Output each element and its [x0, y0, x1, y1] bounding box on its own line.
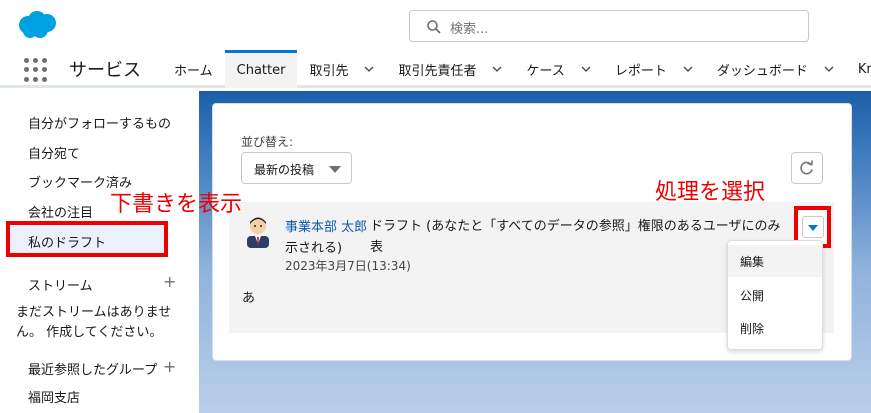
caret-down-icon: [329, 166, 341, 173]
chatter-sidebar: 自分がフォローするもの 自分宛て ブックマーク済み 会社の注目 私のドラフト ス…: [0, 91, 199, 413]
app-launcher-icon[interactable]: [24, 58, 48, 82]
global-header: 検索...: [0, 0, 871, 50]
tab-dashboards[interactable]: ダッシュボード: [705, 50, 846, 88]
tab-label: ダッシュボード: [716, 63, 808, 79]
avatar[interactable]: [244, 214, 272, 248]
chevron-down-icon[interactable]: [581, 64, 591, 74]
global-search-input[interactable]: 検索...: [409, 10, 809, 42]
nav-tabs: ホーム Chatter 取引先 取引先責任者 ケース レポート ダッシュボード …: [162, 50, 871, 88]
sidebar-item-to-me[interactable]: 自分宛て: [28, 143, 80, 162]
tab-contacts[interactable]: 取引先責任者: [386, 50, 514, 88]
tab-label: Chatter: [236, 63, 286, 78]
post-timestamp[interactable]: 2023年3月7日(13:34): [285, 257, 411, 274]
highlight-box-drafts: [6, 221, 168, 257]
menu-item-delete[interactable]: 削除: [728, 312, 822, 344]
post-actions-button[interactable]: [802, 216, 824, 238]
chevron-down-icon[interactable]: [683, 64, 693, 74]
post-author-link[interactable]: 事業本部 太郎: [285, 216, 367, 235]
annotation-drafts: 下書きを表示: [110, 192, 243, 217]
search-placeholder: 検索...: [450, 22, 489, 37]
tab-knowledge[interactable]: Kno: [846, 50, 871, 88]
tab-label: Kno: [857, 61, 871, 77]
sort-value: 最新の投稿: [254, 163, 315, 177]
streams-empty-text: ん。 作成してください。: [16, 325, 163, 340]
tab-reports[interactable]: レポート: [603, 50, 705, 88]
salesforce-logo-icon[interactable]: [16, 10, 60, 40]
chevron-down-icon[interactable]: [492, 64, 502, 74]
streams-empty-text: まだストリームはありませ: [16, 305, 172, 320]
app-nav-bar: サービス ホーム Chatter 取引先 取引先責任者 ケース レポート ダッシ…: [0, 50, 871, 88]
post-header-text-cont: 示される): [285, 241, 343, 256]
search-icon: [427, 20, 441, 34]
tab-accounts[interactable]: 取引先: [297, 50, 386, 88]
tab-label: レポート: [614, 63, 667, 79]
app-name: サービス: [69, 60, 141, 81]
annotation-action: 処理を選択: [655, 180, 766, 205]
streams-header: ストリーム: [28, 279, 93, 294]
sidebar-item-company-highlights[interactable]: 会社の注目: [28, 202, 93, 221]
sort-select[interactable]: 最新の投稿: [241, 152, 352, 184]
tab-cases[interactable]: ケース: [514, 50, 602, 88]
tab-label: ケース: [526, 63, 565, 79]
chevron-down-icon[interactable]: [824, 64, 834, 74]
group-item[interactable]: 福岡支店: [28, 387, 80, 406]
post-body: あ: [242, 291, 256, 306]
tab-label: 取引先責任者: [398, 63, 477, 79]
sidebar-item-following[interactable]: 自分がフォローするもの: [28, 113, 171, 132]
tab-label: 取引先: [309, 63, 349, 79]
post-actions-menu: 編集 公開 削除: [727, 240, 823, 350]
tab-chatter[interactable]: Chatter: [224, 50, 298, 88]
refresh-icon: [800, 160, 813, 175]
add-stream-icon[interactable]: +: [163, 272, 176, 291]
caret-down-icon: [808, 225, 818, 231]
add-group-icon[interactable]: +: [163, 357, 176, 376]
recent-groups-header: 最近参照したグループ: [28, 363, 158, 378]
refresh-button[interactable]: [791, 152, 823, 184]
sort-label: 並び替え:: [241, 135, 294, 149]
tab-home[interactable]: ホーム: [162, 50, 225, 88]
menu-item-publish[interactable]: 公開: [728, 279, 822, 311]
chevron-down-icon[interactable]: [364, 64, 374, 74]
tab-label: ホーム: [174, 63, 213, 79]
menu-item-edit[interactable]: 編集: [728, 245, 822, 277]
